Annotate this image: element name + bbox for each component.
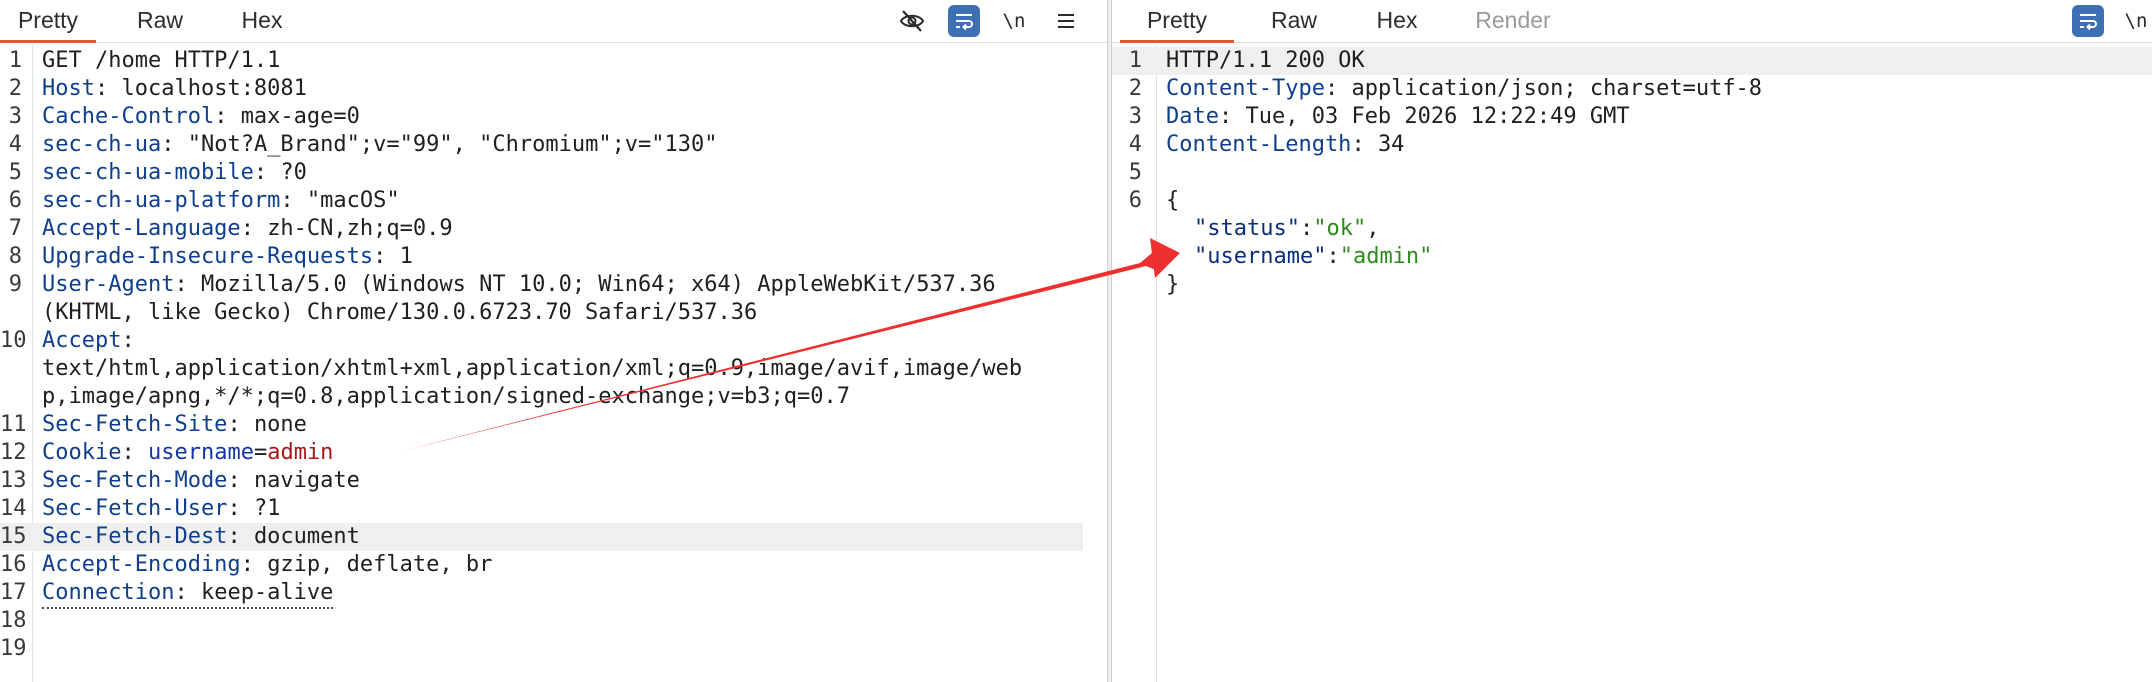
wrap-lines-icon[interactable] [948,5,980,37]
json-line: "status":"ok", [1194,216,1380,241]
response-editor[interactable]: 1 HTTP/1.1 200 OK 2 Content-Type: applicat… [1112,44,2152,682]
code-line: 7 Accept-Language: zh-CN,zh;q=0.9 [8,216,453,241]
newline-label: \n [1002,10,1026,32]
request-editor[interactable]: 1 GET /home HTTP/1.1 2 Host: localhost:808… [0,44,1107,682]
newline-icon[interactable]: \n [2120,5,2152,37]
code-line: 5 sec-ch-ua-mobile: ?0 [8,160,307,185]
code-line-highlighted: 15 Sec-Fetch-Dest: document [0,523,1083,551]
newline-label: \n [2124,10,2148,32]
code-line-wrap: (KHTML, like Gecko) Chrome/130.0.6723.70… [42,300,758,325]
tab-raw[interactable]: Raw [1252,0,1336,40]
code-line: } [1166,272,1180,297]
code-line: 11 Sec-Fetch-Site: none [0,412,307,437]
tab-pretty[interactable]: Pretty [0,0,96,43]
code-line: 17 Connection: keep-alive [0,579,1107,609]
code-line: 13 Sec-Fetch-Mode: navigate [0,468,360,493]
cookie-name: username [147,440,254,465]
json-line: "username":"admin" [1194,244,1433,269]
json-string: "admin" [1339,244,1433,269]
code-line: 6{ [1128,188,1180,213]
json-key: "username" [1194,244,1327,269]
code-line-wrap: text/html,application/xhtml+xml,applicat… [42,356,1023,381]
tab-hex[interactable]: Hex [1355,0,1439,40]
code-line: 18 [0,608,27,633]
json-string: "ok" [1313,216,1367,241]
cookie-line: 12 Cookie: username=admin [0,440,334,465]
menu-icon[interactable] [1050,5,1082,37]
newline-icon[interactable]: \n [998,5,1030,37]
json-key: "status" [1194,216,1300,241]
code-line: 16 Accept-Encoding: gzip, deflate, br [0,552,493,577]
code-line: 14 Sec-Fetch-User: ?1 [0,496,281,521]
code-line: 2 Host: localhost:8081 [8,76,307,101]
code-line: 3 Date: Tue, 03 Feb 2026 12:22:49 GMT [1128,104,1630,129]
response-pane: Pretty Raw Hex Render \n 1 HTTP/1.1 200 O… [1112,0,2152,682]
code-line: 1 GET /home HTTP/1.1 [8,48,281,73]
code-line: 3 Cache-Control: max-age=0 [8,104,360,129]
request-tabbar: Pretty Raw Hex \n [0,0,1107,43]
code-line-wrap: p,image/apng,*/*;q=0.8,application/signe… [42,384,850,409]
code-line: 10 Accept: [0,328,135,353]
tab-hex[interactable]: Hex [220,0,304,40]
code-line: 9 User-Agent: Mozilla/5.0 (Windows NT 10.… [8,272,996,297]
code-line: 8 Upgrade-Insecure-Requests: 1 [8,244,413,269]
code-line: 5 [1128,160,1142,185]
code-line: 4 Content-Length: 34 [1128,132,1405,157]
tab-render[interactable]: Render [1458,0,1568,40]
eye-off-icon[interactable] [896,5,928,37]
code-line: 19 [0,636,27,661]
request-pane: Pretty Raw Hex \n 1 GET /home HTTP/1.1 2… [0,0,1107,682]
code-line-highlighted: 1 HTTP/1.1 200 OK [1112,47,2152,75]
code-line: 6 sec-ch-ua-platform: "macOS" [8,188,400,213]
code-line: 2 Content-Type: application/json; charset… [1128,76,1763,101]
response-tabbar: Pretty Raw Hex Render \n [1112,0,2152,43]
wrap-lines-icon[interactable] [2072,5,2104,37]
tab-raw[interactable]: Raw [118,0,202,40]
code-line: 4 sec-ch-ua: "Not?A_Brand";v="99", "Chrom… [8,132,718,157]
tab-pretty[interactable]: Pretty [1120,0,1234,43]
cookie-value: admin [267,440,334,465]
